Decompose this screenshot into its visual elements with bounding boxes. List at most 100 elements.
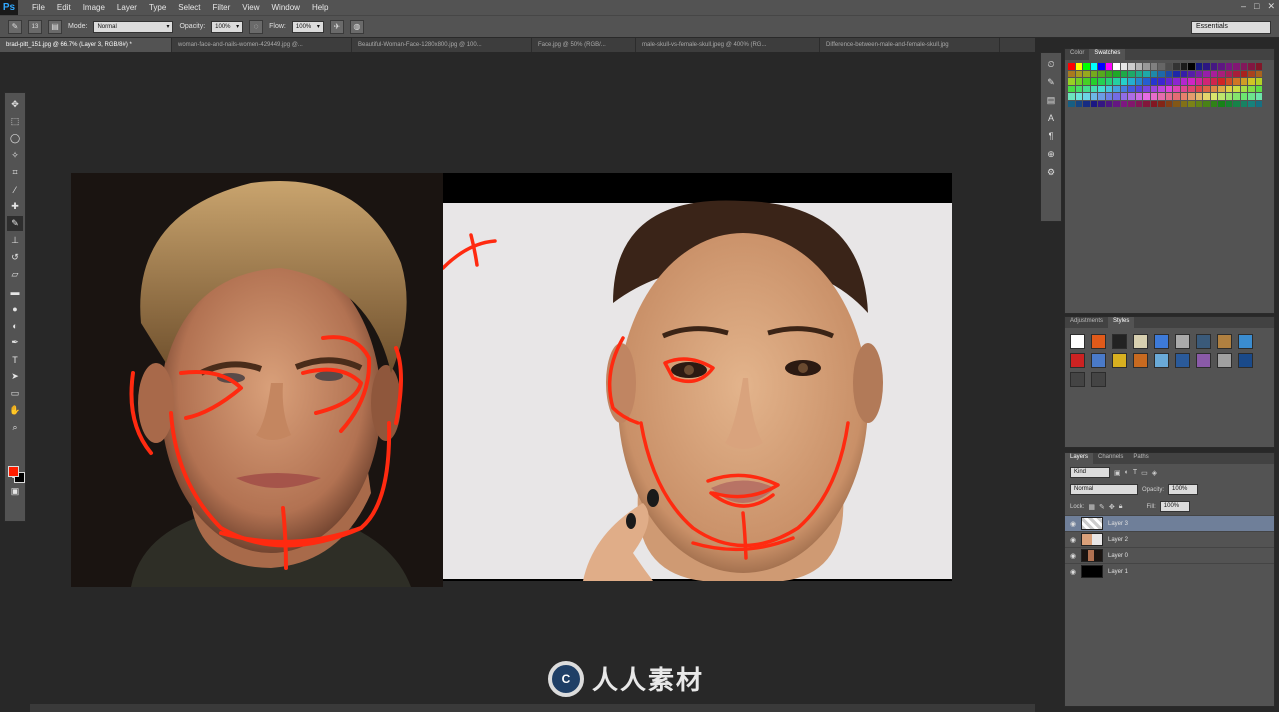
color-swatch[interactable] [1225,63,1232,70]
tab-difference-skull[interactable]: Difference-between-male-and-female-skull… [820,38,1000,52]
quick-select-icon[interactable]: ✧ [7,148,23,163]
color-swatch[interactable] [1180,78,1187,85]
color-swatch[interactable] [1120,85,1127,92]
clone-source-icon[interactable]: ⊕ [1044,147,1058,161]
style-preset[interactable] [1196,353,1211,368]
tab-brad-pitt[interactable]: brad-pitt_151.jpg @ 66.7% (Layer 3, RGB/… [0,38,172,52]
blend-mode-select[interactable]: Normal [1070,484,1138,495]
style-preset[interactable] [1070,353,1085,368]
eye-icon[interactable]: ◉ [1065,568,1081,576]
menu-image[interactable]: Image [77,3,111,12]
blur-icon[interactable]: ● [7,301,23,316]
color-swatch[interactable] [1225,85,1232,92]
color-swatch[interactable] [1105,78,1112,85]
color-swatch[interactable] [1180,85,1187,92]
color-swatch[interactable] [1135,93,1142,100]
color-swatch[interactable] [1113,85,1120,92]
swatch-grid[interactable] [1065,60,1274,110]
history-icon[interactable]: ⏲ [1044,57,1058,71]
color-swatch[interactable] [1210,63,1217,70]
tab-channels[interactable]: Channels [1093,453,1128,464]
crop-icon[interactable]: ⌗ [7,165,23,180]
tab-color[interactable]: Color [1065,49,1089,60]
lasso-icon[interactable]: ◯ [7,131,23,146]
color-swatch[interactable] [1158,93,1165,100]
tab-styles[interactable]: Styles [1108,317,1135,328]
color-swatch[interactable] [1180,70,1187,77]
color-swatch[interactable] [1180,93,1187,100]
color-swatch[interactable] [1083,63,1090,70]
style-preset[interactable] [1175,353,1190,368]
color-swatch[interactable] [1098,63,1105,70]
brush-preset-icon[interactable]: ✎ [8,19,22,34]
color-swatch[interactable] [1218,63,1225,70]
color-swatch[interactable] [1075,85,1082,92]
brush-presets-icon[interactable]: ▤ [1044,93,1058,107]
color-swatch[interactable] [1248,70,1255,77]
color-swatch[interactable] [1105,85,1112,92]
color-swatch[interactable] [1105,63,1112,70]
eye-icon[interactable]: ◉ [1065,552,1081,560]
style-preset[interactable] [1217,334,1232,349]
paragraph-icon[interactable]: ¶ [1044,129,1058,143]
color-swatch[interactable] [1210,100,1217,107]
color-swatch[interactable] [1068,78,1075,85]
color-swatch[interactable] [1165,100,1172,107]
color-swatch[interactable] [1255,70,1262,77]
color-swatch[interactable] [1173,63,1180,70]
style-preset[interactable] [1133,353,1148,368]
color-swatch[interactable] [1120,70,1127,77]
color-swatch[interactable] [1218,100,1225,107]
fill-input[interactable]: 100% [1159,501,1190,512]
style-preset[interactable] [1091,372,1106,387]
color-swatch[interactable] [1158,100,1165,107]
character-icon[interactable]: A [1044,111,1058,125]
flow-input[interactable]: 100% ▾ [291,20,324,33]
color-swatch[interactable] [1068,85,1075,92]
color-swatch[interactable] [1210,85,1217,92]
color-swatch[interactable] [1150,78,1157,85]
color-swatch[interactable] [1113,93,1120,100]
color-swatch[interactable] [1098,85,1105,92]
layer-row[interactable]: ◉ Layer 3 [1065,515,1274,531]
color-swatch[interactable] [1240,63,1247,70]
color-swatch[interactable] [1188,70,1195,77]
color-swatch[interactable] [1068,70,1075,77]
color-swatch[interactable] [1165,78,1172,85]
color-swatch[interactable] [1240,78,1247,85]
layer-row[interactable]: ◉ Layer 1 [1065,563,1274,579]
shape-icon[interactable]: ▭ [7,386,23,401]
stamp-icon[interactable]: ⊥ [7,233,23,248]
color-swatch[interactable] [1203,85,1210,92]
color-swatch[interactable] [1173,100,1180,107]
move-icon[interactable]: ✥ [7,97,23,112]
menu-select[interactable]: Select [172,3,206,12]
color-swatch[interactable] [1083,78,1090,85]
screen-mode-icon[interactable]: ▣ [7,484,23,499]
color-swatch[interactable] [1240,100,1247,107]
style-preset[interactable] [1070,372,1085,387]
tab-face[interactable]: Face.jpg @ 50% (RGB/... [532,38,636,52]
minimize-icon[interactable]: – [1241,1,1246,12]
color-swatch[interactable] [1075,78,1082,85]
tab-adjustments[interactable]: Adjustments [1065,317,1108,328]
color-swatch[interactable] [1210,78,1217,85]
color-swatch[interactable] [1143,70,1150,77]
color-swatch[interactable] [1233,70,1240,77]
lock-all-icon[interactable]: 🔒︎ [1119,503,1123,511]
filter-pixel-icon[interactable]: ▣ [1114,469,1121,477]
color-swatch[interactable] [1135,63,1142,70]
color-swatch[interactable] [1225,70,1232,77]
color-swatch[interactable] [1090,93,1097,100]
color-swatch[interactable] [1188,63,1195,70]
brush-icon[interactable]: ✎ [7,216,23,231]
color-swatch[interactable] [1083,70,1090,77]
type-icon[interactable]: T [7,352,23,367]
color-swatch[interactable] [1128,85,1135,92]
color-swatch[interactable] [1173,70,1180,77]
hand-icon[interactable]: ✋ [7,403,23,418]
color-swatch[interactable] [1113,70,1120,77]
horizontal-scrollbar[interactable] [30,704,1035,712]
layer-row[interactable]: ◉ Layer 0 [1065,547,1274,563]
color-swatch[interactable] [1128,78,1135,85]
